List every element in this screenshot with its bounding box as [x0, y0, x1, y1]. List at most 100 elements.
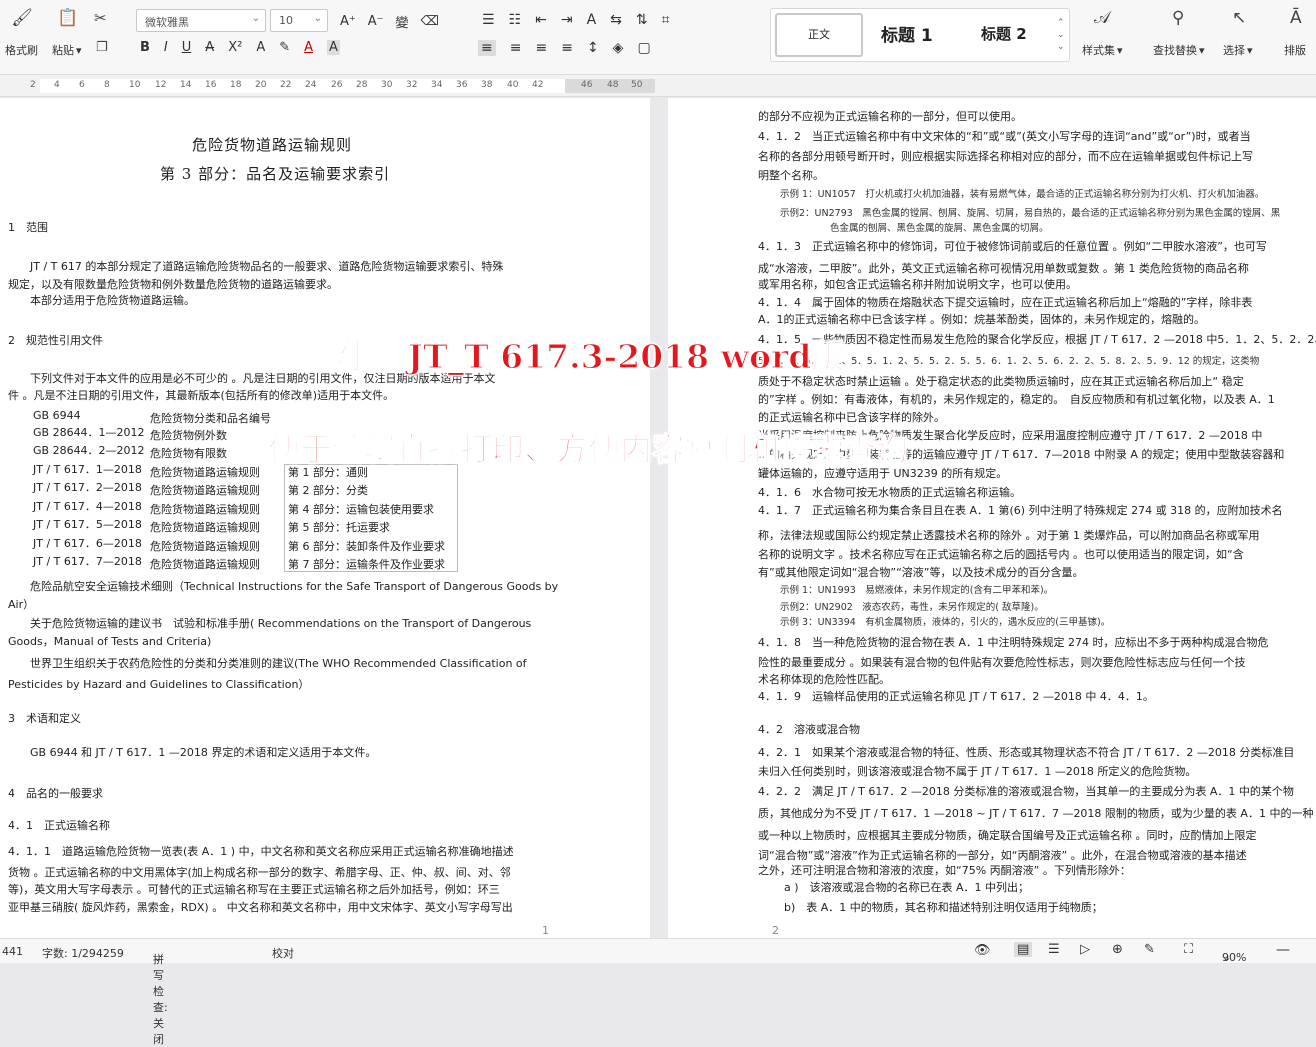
ref-name: 危险货物有限数 [150, 447, 227, 460]
select-label: 选择 [1223, 44, 1245, 57]
ref-frame [284, 464, 458, 572]
cursor-icon[interactable]: ↖ [1232, 8, 1246, 28]
chinese-layout-icon[interactable]: A [587, 12, 597, 28]
paste-button[interactable]: 粘贴 ▾ [52, 42, 82, 58]
horizontal-ruler[interactable]: 2 4 6 8 10 12 14 16 18 20 22 24 26 28 30 32 34 36 38 40 42 46… [0, 75, 1316, 97]
ruler-mark: 22 [280, 80, 292, 90]
shading-icon[interactable]: ◈ [613, 40, 624, 56]
chevron-down-icon: ▾ [76, 43, 82, 57]
layout-icon[interactable]: Ā [1290, 8, 1302, 28]
page-indicator[interactable]: 441 [2, 945, 23, 958]
fit-page-icon[interactable]: ⛶ [1184, 942, 1193, 957]
chevron-down-icon: ▾ [1117, 43, 1123, 57]
ruler-mark: 38 [481, 80, 493, 90]
chevron-down-icon: ⌄ [313, 13, 322, 24]
text-effect-icon[interactable]: A [256, 40, 265, 55]
bold-icon[interactable]: B [140, 40, 150, 55]
zoom-out-icon[interactable]: — [1276, 942, 1290, 958]
strikethrough-icon[interactable]: A [205, 40, 214, 55]
style-heading1[interactable]: 标题 1 [881, 21, 933, 46]
ruler-mark: 16 [205, 80, 217, 90]
ref-name: 危险货物道路运输规则 [150, 521, 260, 534]
italic-icon[interactable]: I [164, 40, 168, 55]
select-button[interactable]: 选择 ▾ [1223, 42, 1253, 58]
ruler-mark: 36 [456, 80, 468, 90]
play-icon[interactable]: ▷ [1080, 942, 1090, 957]
increase-indent-icon[interactable]: ⇥ [561, 12, 573, 28]
sort-icon[interactable]: ⇅ [636, 12, 648, 28]
outline-view-icon[interactable]: ☰ [1048, 942, 1060, 957]
style-normal[interactable]: 正文 [775, 13, 863, 57]
style-set-icon[interactable]: 𝒜 [1094, 8, 1110, 28]
text-direction-icon[interactable]: ⇆ [610, 12, 622, 28]
border-icon[interactable]: ▢ [637, 40, 650, 56]
font-shrink-icon[interactable]: A⁻ [368, 14, 384, 29]
ref-code: JT / T 617．5—2018 [33, 518, 142, 531]
document-page-2[interactable]: 的部分不应视为正式运输名称的一部分，但可以使用。 4．1．2 当正式运输名称中有… [668, 98, 1316, 938]
example-line: 示例 1：UN1993 易燃液体，未另作规定的(含有二甲苯和苯)。 [780, 585, 1054, 596]
eye-icon[interactable]: 👁 [974, 943, 991, 958]
cut-icon[interactable]: ✂ [94, 9, 107, 27]
char-shading-icon[interactable]: A [327, 40, 340, 55]
web-view-icon[interactable]: ⊕ [1112, 942, 1123, 957]
paragraph-line: 有”或其他限定词如“混合物”“溶液”等，以及技术成分的百分含量。 [758, 566, 1084, 579]
highlight-icon[interactable]: ✎ [279, 40, 290, 55]
paragraph-line: 4．1．9 运输样品使用的正式运输名称见 JT / T 617．2 —2018 … [758, 690, 1154, 703]
superscript-icon[interactable]: X² [228, 40, 242, 55]
format-painter-button[interactable]: 格式刷 [5, 42, 38, 58]
align-center-icon[interactable]: ≡ [510, 40, 522, 56]
style-set-button[interactable]: 样式集 ▾ [1082, 42, 1123, 58]
chevron-down-icon: ▾ [1199, 43, 1205, 57]
paragraph-line: Pesticides by Hazard and Guidelines to C… [8, 678, 310, 691]
show-marks-icon[interactable]: ⌗ [662, 12, 670, 28]
layout-label: 排版 [1284, 44, 1306, 57]
paragraph-line: 4．1．2 当正式运输名称中有中文宋体的“和”或“或”(英文小写字母的连词“an… [758, 130, 1251, 143]
align-left-icon[interactable]: ≡ [478, 40, 496, 56]
paragraph-line: 术名称体现的危险性匹配。 [758, 673, 890, 686]
doc-subtitle: 第 3 部分：品名及运输要求索引 [160, 165, 391, 183]
bullet-list-icon[interactable]: ☰ [482, 12, 495, 28]
ruler-mark: 26 [331, 80, 343, 90]
underline-icon[interactable]: U [182, 40, 192, 55]
layout-button[interactable]: 排版 [1284, 42, 1306, 58]
paste-label: 粘贴 [52, 44, 74, 57]
ruler-mark: 40 [507, 80, 519, 90]
line-spacing-icon[interactable]: ↕ [587, 40, 599, 56]
pen-icon[interactable]: ✎ [1144, 942, 1155, 957]
ref-code: GB 6944 [33, 409, 81, 422]
decrease-indent-icon[interactable]: ⇤ [535, 12, 547, 28]
justify-icon[interactable]: ≡ [561, 40, 573, 56]
ref-code: JT / T 617．1—2018 [33, 463, 142, 476]
ref-part: 第 6 部分：装卸条件及作业要求 [288, 540, 445, 553]
style-heading2[interactable]: 标题 2 [981, 23, 1027, 44]
style-scroll[interactable]: ⌃ ⌄ ⌄ [1057, 17, 1065, 53]
paragraph-line: 词“混合物”或“溶液”作为正式运输名称的一部分，如“丙酮溶液” 。此外，在混合物… [758, 849, 1247, 862]
align-right-icon[interactable]: ≡ [535, 40, 547, 56]
ruler-mark: 48 [607, 80, 619, 90]
clear-format-icon[interactable]: ⌫ [421, 14, 439, 29]
search-icon[interactable]: ⚲ [1172, 8, 1184, 28]
font-grow-icon[interactable]: A⁺ [340, 14, 356, 29]
find-replace-button[interactable]: 查找替换 ▾ [1153, 42, 1205, 58]
ref-code: JT / T 617．4—2018 [33, 500, 142, 513]
font-name-select[interactable]: 微软雅黑 ⌄ [136, 9, 266, 32]
proofread-button[interactable]: 校对 [272, 945, 294, 961]
document-page-1[interactable]: 危险货物道路运输规则 第 3 部分：品名及运输要求索引 1 范围 JT / T … [0, 98, 650, 938]
section-heading: 3 术语和定义 [8, 712, 81, 725]
page-view-icon[interactable]: ▤ [1014, 942, 1033, 957]
font-size-select[interactable]: 10 ⌄ [270, 9, 328, 32]
copy-icon[interactable]: ❐ [96, 40, 108, 55]
font-color-icon[interactable]: A [304, 40, 313, 55]
section-heading: 1 范围 [8, 221, 48, 234]
numbered-list-icon[interactable]: ☷ [509, 12, 522, 28]
section-heading: 4 品名的一般要求 [8, 787, 103, 800]
word-count[interactable]: 字数: 1/294259 [42, 945, 124, 961]
promo-overlay-line1: 附赠 JT_T 617.3-2018 word版 [329, 336, 845, 376]
subsection-heading: 4．2 溶液或混合物 [758, 723, 860, 736]
paragraph-line: 或军用名称，如包含正式运输名称并附加说明文字，也可以使用。 [758, 278, 1077, 291]
format-painter-icon[interactable]: 🖌 [10, 8, 34, 28]
phonetic-icon[interactable]: 變 [396, 12, 409, 31]
paragraph-line: 质，其他成分为不受 JT / T 617．1 —2018 ~ JT / T 61… [758, 807, 1314, 820]
paste-icon[interactable]: 📋 [56, 8, 80, 28]
section-heading: 2 规范性引用文件 [8, 334, 103, 347]
